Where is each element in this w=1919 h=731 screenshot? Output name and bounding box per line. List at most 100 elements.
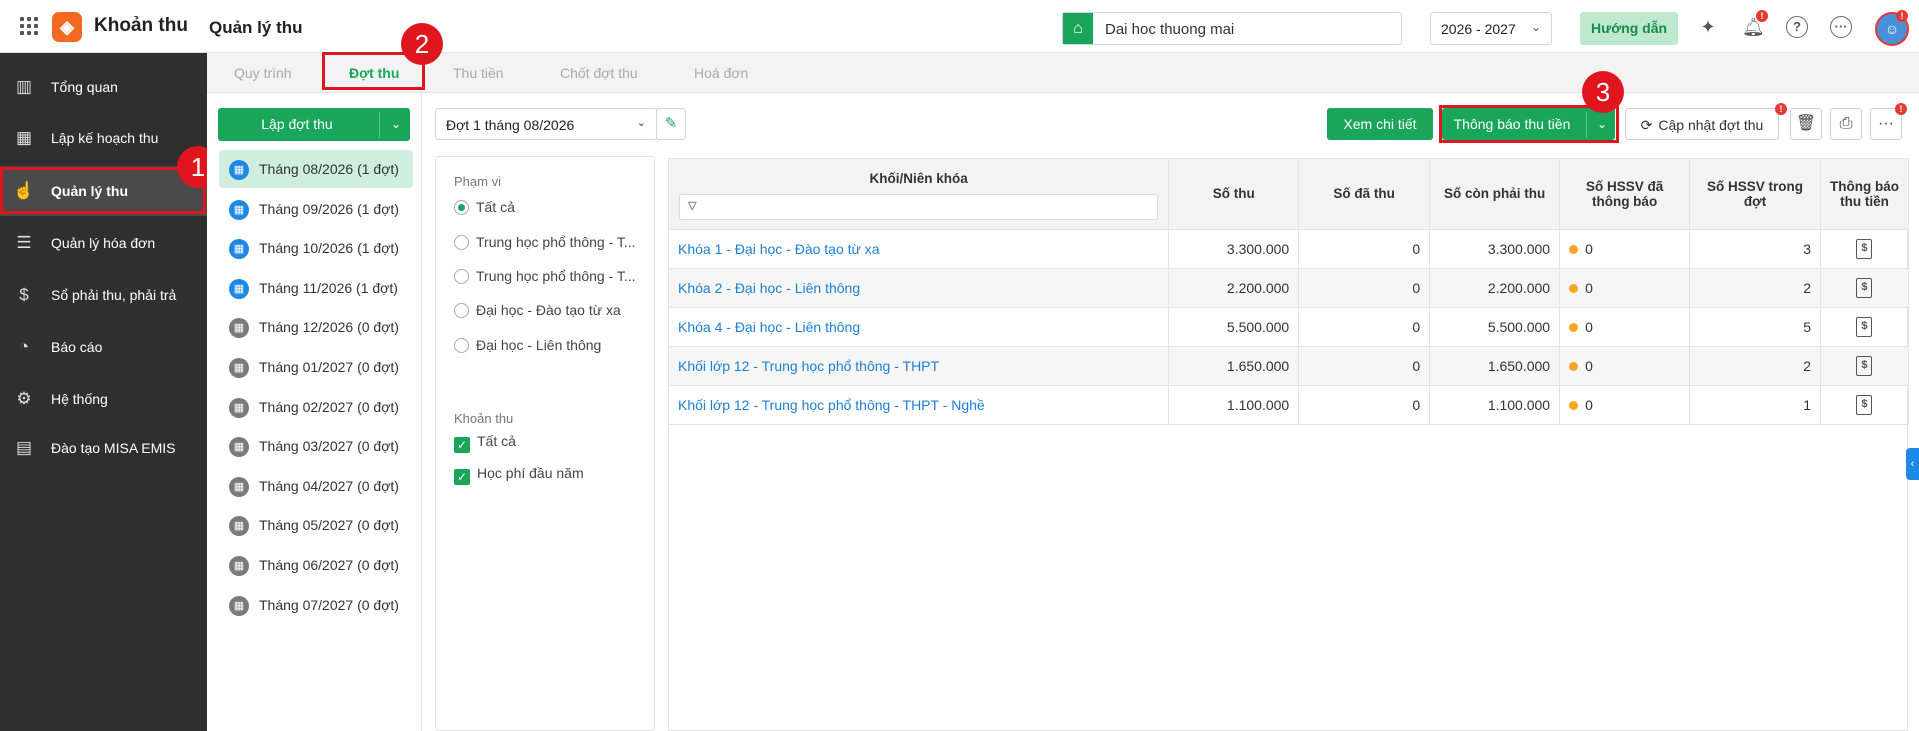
year-select[interactable]: 2026 - 2027 ⌄ [1430,12,1552,45]
sidebar-item-overview[interactable]: ▥ Tổng quan [0,62,207,112]
collapse-panel-button[interactable]: ‹ [1906,448,1919,480]
table-row[interactable]: Khóa 2 - Đại học - Liên thông 2.200.000 0 2… [669,268,1910,308]
period-panel: Lập đợt thu ⌄ ▦ Tháng 08/2026 (1 đợt) ▦ Thá… [207,93,422,731]
sidebar-item-label: Quản lý thu [51,183,128,199]
notified-cell-value: 0 [1585,396,1593,413]
home-icon: ⌂ [1063,13,1093,44]
sidebar-item-reports[interactable]: ◔ Báo cáo [0,322,207,372]
scope-option[interactable]: Đại học - Đào tạo từ xa [454,302,621,318]
document-money-icon[interactable]: $ [1856,317,1873,337]
period-item[interactable]: ▦ Tháng 04/2027 (0 đợt) [219,467,413,505]
page-title: Quản lý thu [209,18,303,37]
radio-button[interactable] [454,303,469,318]
table-row[interactable]: Khối lớp 12 - Trung học phổ thông - THPT… [669,385,1910,425]
more-icon[interactable]: ··· [1830,16,1852,38]
sidebar-item-ledger[interactable]: $ Sổ phải thu, phải trả [0,270,207,320]
notified-cell-value: 0 [1585,240,1593,257]
period-item[interactable]: ▦ Tháng 12/2026 (0 đợt) [219,308,413,346]
scope-option-label: Trung học phổ thông - T... [476,268,636,284]
document-money-icon[interactable]: $ [1856,395,1873,415]
notified-cell: 0 [1559,268,1691,308]
remaining-cell-value: 5.500.000 [1487,318,1551,335]
column-filter-input[interactable]: ▽ [679,194,1159,220]
group-link[interactable]: Khóa 1 - Đại học - Đào tạo từ xa [669,229,1170,269]
top-bar: ◈ Khoản thu Quản lý thu ⌂ Dai hoc thuong… [0,0,1919,53]
sidebar-item-system[interactable]: ⚙ Hệ thống [0,374,207,424]
group-link[interactable]: Khối lớp 12 - Trung học phổ thông - THPT… [669,385,1170,425]
fee-option[interactable]: ✓ Học phí đầu năm [454,465,584,485]
table-row[interactable]: Khóa 4 - Đại học - Liên thông 5.500.000 0 5… [669,307,1910,347]
in-batch-cell: 3 [1689,229,1821,269]
guide-button[interactable]: Hướng dẫn [1580,12,1678,45]
radio-button[interactable] [454,235,469,250]
radio-button[interactable] [454,338,469,353]
calendar-icon: ▦ [229,556,249,576]
chart-icon: ▥ [15,77,33,96]
document-money-icon[interactable]: $ [1856,278,1873,298]
radio-button[interactable] [454,200,469,215]
calendar-icon: ▦ [229,397,249,418]
table-row[interactable]: Khối lớp 12 - Trung học phổ thông - THPT… [669,346,1910,386]
print-button[interactable]: ⎙ [1830,108,1862,140]
calendar-icon: ▦ [229,516,249,537]
period-item[interactable]: ▦ Tháng 06/2027 (0 đợt) [219,546,413,584]
period-item[interactable]: ▦ Tháng 05/2027 (0 đợt) [219,506,413,544]
group-link[interactable]: Khóa 4 - Đại học - Liên thông [669,307,1170,347]
scope-option[interactable]: Tất cả [454,199,515,215]
checkbox[interactable]: ✓ [454,469,470,485]
period-item[interactable]: ▦ Tháng 02/2027 (0 đợt) [219,388,413,426]
create-batch-button[interactable]: Lập đợt thu ⌄ [218,108,410,141]
scope-option[interactable]: Trung học phổ thông - T... [454,268,636,284]
sidebar-item-manage-fees[interactable]: ☝ Quản lý thu [0,166,207,216]
chevron-down-icon: ⌄ [636,117,646,129]
period-item[interactable]: ▦ Tháng 09/2026 (1 đợt) [219,190,413,228]
avatar-badge: ! [1896,10,1908,22]
update-batch-button[interactable]: ⟳ Cập nhật đợt thu [1625,108,1779,140]
tab-close-batch[interactable]: Chốt đợt thu [560,65,638,81]
tab-collection-batch[interactable]: Đợt thu [349,65,399,81]
remaining-cell-value: 2.200.000 [1487,279,1551,296]
group-link[interactable]: Khối lớp 12 - Trung học phổ thông - THPT [669,346,1170,386]
period-item[interactable]: ▦ Tháng 01/2027 (0 đợt) [219,348,413,386]
calendar-money-icon: ▦ [15,128,33,147]
remaining-cell: 3.300.000 [1429,229,1561,269]
document-money-icon[interactable]: $ [1856,356,1873,376]
notified-cell-value: 0 [1585,357,1593,374]
col-header-group: Khối/Niên khóa ▽ [669,159,1170,230]
radio-button[interactable] [454,269,469,284]
period-item[interactable]: ▦ Tháng 03/2027 (0 đợt) [219,427,413,465]
sidebar-item-invoices[interactable]: ☰ Quản lý hóa đơn [0,218,207,268]
col-header-amount: Số thu [1168,159,1300,230]
chevron-down-icon[interactable]: ⌄ [382,108,410,141]
paid-cell-value: 0 [1412,240,1421,257]
notify-collection-button[interactable]: Thông báo thu tiền ⌄ [1442,108,1615,140]
table-row[interactable]: Khóa 1 - Đại học - Đào tạo từ xa 3.300.00… [669,229,1910,269]
period-item[interactable]: ▦ Tháng 11/2026 (1 đợt) [219,269,413,307]
document-money-icon[interactable]: $ [1856,239,1873,259]
period-label: Tháng 12/2026 (0 đợt) [259,319,399,336]
help-icon[interactable]: ? [1786,16,1808,38]
amount-cell-value: 1.100.000 [1226,396,1290,413]
app-grid-icon[interactable] [20,17,38,35]
period-item[interactable]: ▦ Tháng 08/2026 (1 đợt) [219,150,413,188]
sidebar-item-training[interactable]: ▤ Đào tạo MISA EMIS [0,423,207,473]
tab-invoice[interactable]: Hoá đơn [694,65,748,81]
view-detail-button[interactable]: Xem chi tiết [1327,108,1433,140]
scope-option[interactable]: Đại học - Liên thông [454,337,601,353]
period-item[interactable]: ▦ Tháng 07/2027 (0 đợt) [219,586,413,624]
delete-button[interactable]: 🗑︎ [1790,108,1822,140]
amount-cell: 1.650.000 [1168,346,1300,386]
fee-option[interactable]: ✓ Tất cả [454,433,516,453]
scope-option[interactable]: Trung học phổ thông - T... [454,234,636,250]
sparkle-icon[interactable]: ✦ [1697,16,1719,38]
sidebar-item-plan[interactable]: ▦ Lập kế hoạch thu [0,113,207,163]
checkbox[interactable]: ✓ [454,437,470,453]
school-selector[interactable]: ⌂ Dai hoc thuong mai [1062,12,1402,45]
edit-batch-button[interactable]: ✎ [656,108,686,140]
tab-collect-money[interactable]: Thu tiền [453,65,504,81]
tab-process[interactable]: Quy trình [234,65,292,81]
group-link[interactable]: Khóa 2 - Đại học - Liên thông [669,268,1170,308]
batch-select[interactable]: Đợt 1 tháng 08/2026 ⌄ [435,108,657,140]
period-item[interactable]: ▦ Tháng 10/2026 (1 đợt) [219,229,413,267]
in-batch-cell-value: 2 [1803,279,1811,296]
